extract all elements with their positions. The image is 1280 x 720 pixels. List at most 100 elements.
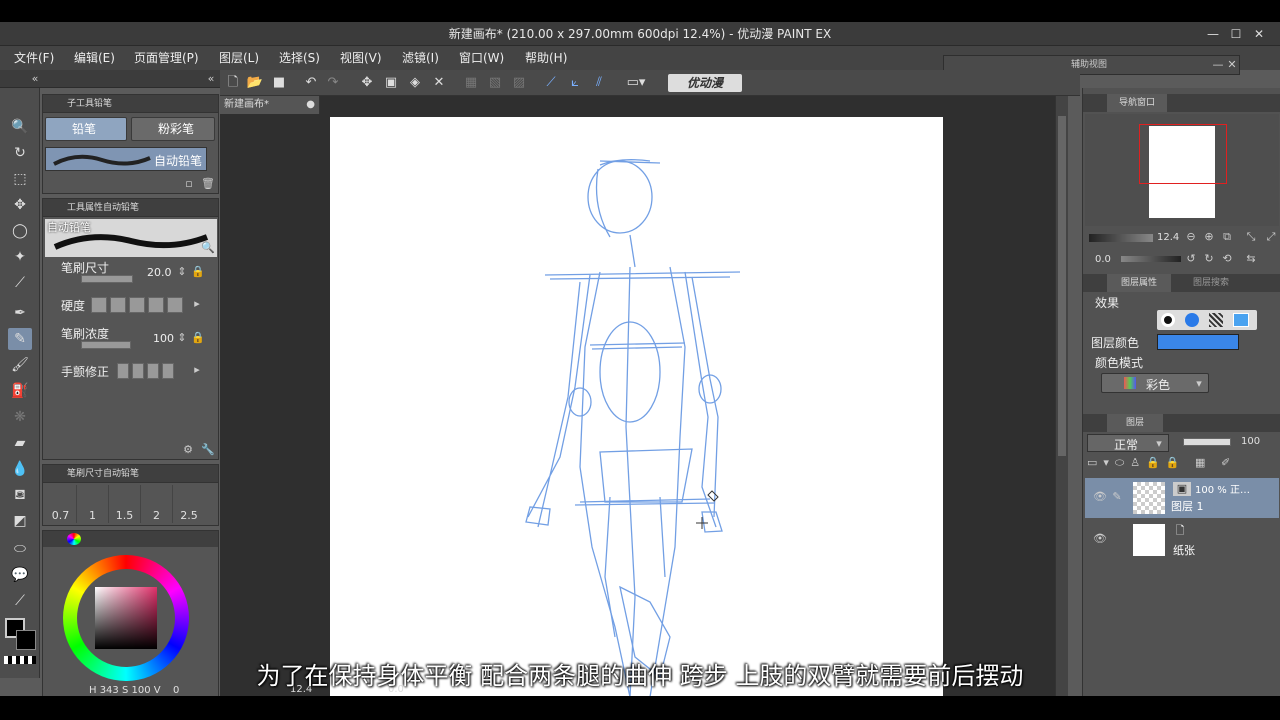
deselect-icon[interactable]: ✕ [430,74,448,92]
select-all-icon[interactable]: ▣ [382,74,400,92]
color-wheel-tab-icon[interactable] [67,533,81,545]
maximize-button[interactable]: ☐ [1227,25,1245,43]
size-stepper-icon[interactable]: ⇕ [177,265,187,279]
layer-row-2[interactable]: 👁 🗋 纸张 [1085,520,1279,560]
frame-icon[interactable]: ▧ [486,74,504,92]
zoom-out-icon[interactable]: ⊖ [1183,230,1199,244]
tab-pastel[interactable]: 粉彩笔 [131,117,215,141]
layer-tools-row[interactable]: ▭▾⬭♙🔒🔒 ▦ ✐ [1087,456,1277,472]
save-icon[interactable]: ■ [270,74,288,92]
ruler-icon[interactable]: ⟋ [542,74,560,92]
minimize-icon[interactable]: — [1212,58,1224,72]
brush-icon[interactable]: 🖌 [8,354,32,376]
background-color-swatch[interactable] [16,630,36,650]
balloon-icon[interactable]: 💬 [8,564,32,586]
pen-icon[interactable]: ✒ [8,302,32,324]
brush-size-preset[interactable]: 2 [141,485,173,523]
delete-preset-icon[interactable]: 🗑 [201,177,215,191]
menu-window[interactable]: 窗口(W) [453,46,510,70]
document-tab[interactable]: 新建画布* ● [220,96,320,114]
layer-tab[interactable]: 图层 [1107,414,1163,432]
opacity-value[interactable]: 100 [1241,436,1260,447]
flip-h-icon[interactable]: ⇆ [1243,252,1259,266]
brush-size-preset[interactable]: 0.7 [45,485,77,523]
fill-bucket-icon[interactable]: ⛾ [8,484,32,506]
fit-icon[interactable]: ⧉ [1219,230,1235,244]
flip-icon[interactable]: ⤡ [1243,230,1259,244]
rotate-reset-small-icon[interactable]: ⟲ [1219,252,1235,266]
transform-icon[interactable]: ✥ [358,74,376,92]
tab-pencil[interactable]: 铅笔 [45,117,127,141]
minimize-button[interactable]: — [1204,25,1222,43]
menu-view[interactable]: 视图(V) [334,46,388,70]
rotate-icon[interactable]: ↻ [8,142,32,164]
border-effect-icon[interactable] [1161,313,1175,327]
eye-icon[interactable]: 👁 [1093,490,1107,504]
layer-color-swatch[interactable] [1157,334,1239,350]
brush-density-value[interactable]: 100 [153,332,174,345]
shape-icon[interactable]: ⬭ [8,538,32,560]
eye-icon[interactable]: 👁 [1093,532,1107,546]
magnify-icon[interactable]: 🔍 [201,241,215,255]
pressure-icon[interactable]: 🔒 [191,265,205,279]
brush-size-value[interactable]: 20.0 [147,266,172,279]
crop-icon[interactable]: ▦ [462,74,480,92]
stabilizer-selector[interactable] [117,363,177,382]
gradient-icon[interactable]: ◩ [8,510,32,532]
grid-icon[interactable]: ▨ [510,74,528,92]
decoration-icon[interactable]: ❋ [8,406,32,428]
density-pressure-icon[interactable]: 🔒 [191,331,205,345]
operation-icon[interactable]: ⬚ [8,168,32,190]
close-icon[interactable]: ✕ [1226,58,1238,72]
menu-edit[interactable]: 编辑(E) [68,46,121,70]
stabilizer-more-icon[interactable]: ▸ [191,363,203,377]
blend-icon[interactable]: 💧 [8,458,32,480]
zoom-in-icon[interactable]: ⊕ [1201,230,1217,244]
collapse-left-icon[interactable]: « [28,72,42,86]
pen-edit-icon[interactable]: ✎ [1111,490,1123,504]
density-stepper-icon[interactable]: ⇕ [177,331,187,345]
open-file-icon[interactable]: 📂 [246,74,264,92]
zoom-icon[interactable]: 🔍 [8,116,32,138]
navigator-title[interactable]: 导航窗口 [1107,94,1167,112]
menu-file[interactable]: 文件(F) [8,46,60,70]
menu-layer[interactable]: 图层(L) [213,46,265,70]
vertical-scrollbar[interactable] [1055,96,1068,696]
snap-icon[interactable]: ⫽ [590,74,608,92]
rotate-right-icon[interactable]: ↻ [1201,252,1217,266]
menu-filter[interactable]: 滤镜(I) [396,46,445,70]
brush-density-slider[interactable] [81,341,131,349]
eraser-icon[interactable]: ▰ [8,432,32,454]
add-preset-icon[interactable]: ▫ [183,177,195,191]
close-tab-icon[interactable]: ● [306,96,315,114]
pencil-icon[interactable]: ✎ [8,328,32,350]
menu-help[interactable]: 帮助(H) [519,46,573,70]
brush-size-preset[interactable]: 1.5 [109,485,141,523]
scroll-thumb[interactable] [1058,116,1066,456]
tone-effect-icon[interactable] [1185,313,1199,327]
layer-search-tab[interactable]: 图层搜索 [1179,274,1243,292]
navigator-preview[interactable] [1085,114,1279,226]
navigator-viewport-frame[interactable] [1139,124,1227,184]
brush-size-preset[interactable]: 1 [77,485,109,523]
close-button[interactable]: ✕ [1250,25,1268,43]
blend-mode-select[interactable]: 正常 ▾ [1087,434,1169,452]
magic-wand-icon[interactable]: ✦ [8,246,32,268]
menu-page[interactable]: 页面管理(P) [128,46,205,70]
screen-icon[interactable]: ▭▾ [622,74,650,92]
rotate-value[interactable]: 0.0 [1095,254,1111,265]
rotate-reset-icon[interactable]: ⤢ [1263,230,1279,244]
collapse-right-icon[interactable]: « [204,72,218,86]
brush-preset-auto-pencil[interactable]: 自动铅笔 [45,147,207,171]
pattern-effect-icon[interactable] [1209,313,1223,327]
fill-icon[interactable]: ◈ [406,74,424,92]
eyedropper-icon[interactable]: ⟋ [8,272,32,294]
saturation-value-square[interactable] [95,587,157,649]
move-icon[interactable]: ✥ [8,194,32,216]
ruler-tool-icon[interactable]: ⟋ [8,590,32,612]
brush-size-preset[interactable]: 2.5 [173,485,205,523]
menu-select[interactable]: 选择(S) [273,46,326,70]
wrench-icon[interactable]: 🔧 [201,443,215,457]
undo-icon[interactable]: ↶ [302,74,320,92]
layer-property-tab[interactable]: 图层属性 [1107,274,1171,292]
